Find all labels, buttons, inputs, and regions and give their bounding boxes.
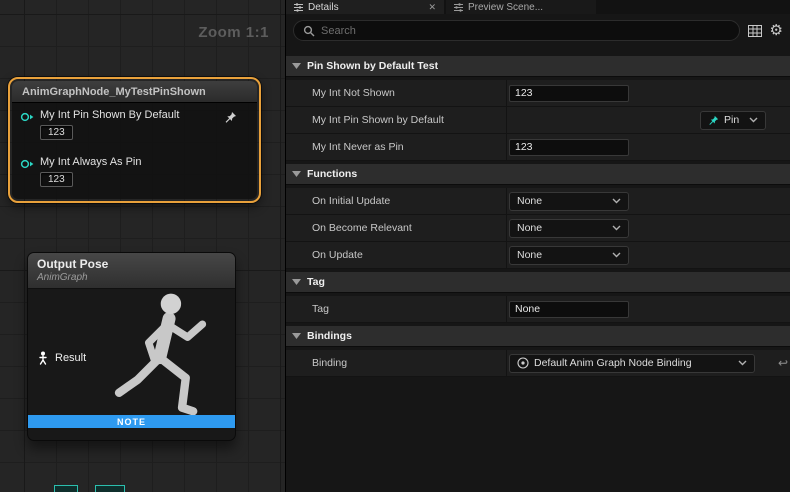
category-title: Tag bbox=[307, 276, 325, 288]
binding-icon bbox=[517, 357, 529, 369]
result-pin[interactable]: Result bbox=[37, 351, 86, 365]
property-label: My Int Pin Shown by Default bbox=[286, 107, 506, 133]
pin-row: My Int Always As Pin 123 bbox=[20, 156, 249, 187]
note-label: NOTE bbox=[117, 417, 146, 427]
partial-node-fragment[interactable] bbox=[54, 485, 78, 492]
my-int-not-shown-field[interactable] bbox=[509, 85, 629, 102]
node-title: Output Pose bbox=[37, 257, 226, 271]
property-label: On Become Relevant bbox=[286, 215, 506, 241]
anim-graph-canvas[interactable]: Zoom 1:1 AnimGraphNode_MyTestPinShown My… bbox=[0, 0, 285, 492]
output-pose-node[interactable]: Output Pose AnimGraph bbox=[27, 252, 236, 441]
anim-graph-node-selected[interactable]: AnimGraphNode_MyTestPinShown My Int Pin … bbox=[8, 77, 261, 203]
chevron-down-icon bbox=[612, 198, 621, 204]
note-bar[interactable]: NOTE bbox=[28, 415, 235, 428]
empty-area bbox=[286, 377, 790, 492]
pin-thumbtack-icon[interactable] bbox=[224, 111, 237, 124]
property-row-tag: Tag bbox=[286, 296, 790, 323]
pin-label: My Int Always As Pin bbox=[40, 156, 141, 168]
on-update-dropdown[interactable]: None bbox=[509, 246, 629, 265]
chevron-down-icon[interactable] bbox=[292, 279, 301, 285]
unreal-editor-window: Zoom 1:1 AnimGraphNode_MyTestPinShown My… bbox=[0, 0, 790, 492]
tab-details[interactable]: Details ✕ bbox=[286, 0, 444, 14]
node-header[interactable]: AnimGraphNode_MyTestPinShown bbox=[12, 81, 257, 103]
search-icon bbox=[303, 25, 315, 37]
property-row-my-int-not-shown: My Int Not Shown bbox=[286, 80, 790, 107]
property-row-on-become-relevant: On Become Relevant None bbox=[286, 215, 790, 242]
node-title: AnimGraphNode_MyTestPinShown bbox=[22, 86, 247, 98]
on-become-relevant-dropdown[interactable]: None bbox=[509, 219, 629, 238]
property-row-my-int-never-as-pin: My Int Never as Pin bbox=[286, 134, 790, 161]
partial-node-fragment[interactable] bbox=[95, 485, 125, 492]
tab-label: Details bbox=[308, 2, 339, 13]
property-matrix-icon[interactable] bbox=[748, 25, 762, 37]
dropdown-value: None bbox=[517, 249, 607, 261]
node-body: Result NOTE bbox=[28, 289, 235, 428]
dropdown-value: Pin bbox=[724, 114, 739, 126]
dropdown-value: None bbox=[517, 195, 607, 207]
tab-label: Preview Scene... bbox=[468, 2, 543, 13]
chevron-down-icon bbox=[612, 225, 621, 231]
category-title: Bindings bbox=[307, 330, 352, 342]
node-body: My Int Pin Shown By Default 123 My Int A… bbox=[12, 103, 257, 199]
property-label: On Update bbox=[286, 242, 506, 268]
pose-pin-icon bbox=[37, 351, 49, 365]
result-pin-label: Result bbox=[55, 352, 86, 364]
node-header[interactable]: Output Pose AnimGraph bbox=[28, 253, 235, 289]
property-label: Binding bbox=[286, 350, 506, 376]
category-tag[interactable]: Tag bbox=[286, 272, 790, 293]
zoom-indicator: Zoom 1:1 bbox=[198, 24, 269, 41]
category-pin-shown-by-default-test[interactable]: Pin Shown by Default Test bbox=[286, 56, 790, 77]
dropdown-value: Default Anim Graph Node Binding bbox=[534, 357, 733, 369]
int-pin-icon[interactable] bbox=[20, 111, 34, 123]
chevron-down-icon[interactable] bbox=[292, 333, 301, 339]
property-row-on-initial-update: On Initial Update None bbox=[286, 188, 790, 215]
property-row-binding: Binding Default Anim Graph Node Binding … bbox=[286, 350, 790, 377]
category-title: Functions bbox=[307, 168, 357, 180]
search-input[interactable] bbox=[321, 25, 730, 37]
tag-field[interactable] bbox=[509, 301, 629, 318]
pin-default-value[interactable]: 123 bbox=[40, 172, 73, 187]
node-subtitle: AnimGraph bbox=[37, 272, 226, 283]
details-panel: Details ✕ Preview Scene... ⚙ bbox=[285, 0, 790, 492]
property-label: My Int Not Shown bbox=[286, 80, 506, 106]
category-title: Pin Shown by Default Test bbox=[307, 60, 438, 72]
category-bindings[interactable]: Bindings bbox=[286, 326, 790, 347]
search-box[interactable] bbox=[293, 20, 740, 41]
details-toolbar: ⚙ bbox=[286, 14, 790, 47]
pin-row: My Int Pin Shown By Default 123 bbox=[20, 109, 249, 140]
chevron-down-icon[interactable] bbox=[292, 171, 301, 177]
close-icon[interactable]: ✕ bbox=[428, 2, 436, 13]
my-int-never-as-pin-field[interactable] bbox=[509, 139, 629, 156]
preview-scene-tab-icon bbox=[454, 3, 463, 12]
chevron-down-icon bbox=[738, 360, 747, 366]
int-pin-icon[interactable] bbox=[20, 158, 34, 170]
chevron-down-icon bbox=[749, 117, 758, 123]
character-preview-figure bbox=[105, 289, 235, 433]
chevron-down-icon bbox=[612, 252, 621, 258]
property-row-my-int-pin-shown-by-default: My Int Pin Shown by Default Pin bbox=[286, 107, 790, 134]
tab-bar: Details ✕ Preview Scene... bbox=[286, 0, 790, 14]
details-tab-icon bbox=[294, 3, 303, 12]
tab-preview-scene[interactable]: Preview Scene... bbox=[446, 0, 596, 14]
on-initial-update-dropdown[interactable]: None bbox=[509, 192, 629, 211]
binding-dropdown[interactable]: Default Anim Graph Node Binding bbox=[509, 354, 755, 373]
property-grid: Pin Shown by Default Test My Int Not Sho… bbox=[286, 47, 790, 492]
pin-label: My Int Pin Shown By Default bbox=[40, 109, 179, 121]
pin-default-value[interactable]: 123 bbox=[40, 125, 73, 140]
pin-visibility-dropdown[interactable]: Pin bbox=[700, 111, 766, 130]
settings-gear-icon[interactable]: ⚙ bbox=[770, 23, 783, 38]
reset-to-default-icon[interactable]: ↩ bbox=[778, 357, 788, 369]
pin-icon bbox=[708, 115, 719, 126]
property-row-on-update: On Update None bbox=[286, 242, 790, 269]
property-label: My Int Never as Pin bbox=[286, 134, 506, 160]
property-label: On Initial Update bbox=[286, 188, 506, 214]
category-functions[interactable]: Functions bbox=[286, 164, 790, 185]
dropdown-value: None bbox=[517, 222, 607, 234]
property-label: Tag bbox=[286, 296, 506, 322]
chevron-down-icon[interactable] bbox=[292, 63, 301, 69]
